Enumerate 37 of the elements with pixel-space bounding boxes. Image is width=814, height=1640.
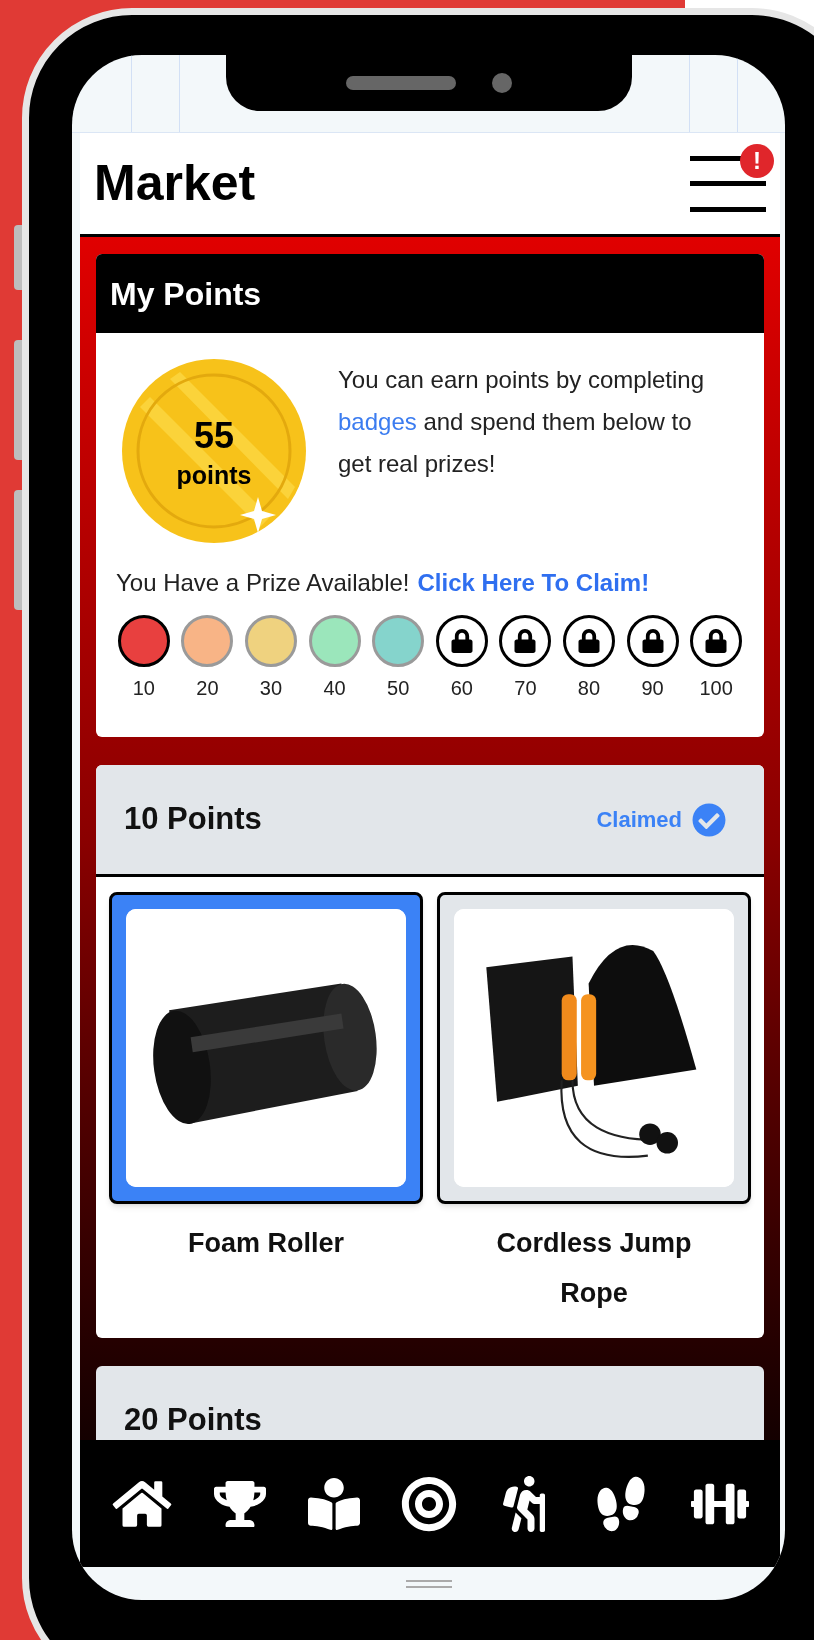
tier-title: 20 Points bbox=[124, 1401, 262, 1440]
claim-link[interactable]: Click Here To Claim! bbox=[417, 565, 650, 601]
points-unit: points bbox=[176, 460, 252, 491]
points-value: 55 bbox=[193, 415, 234, 457]
milestone-label: 40 bbox=[323, 676, 346, 701]
lock-icon bbox=[641, 629, 664, 653]
milestone-label: 50 bbox=[387, 676, 410, 701]
milestone-label: 10 bbox=[132, 676, 155, 701]
prize-notice: You Have a Prize Available! bbox=[116, 568, 410, 598]
lock-icon bbox=[514, 629, 537, 653]
target-icon[interactable] bbox=[400, 1475, 457, 1532]
check-icon bbox=[692, 802, 726, 837]
milestone-label: 90 bbox=[641, 676, 664, 701]
badges-link[interactable]: badges bbox=[338, 408, 417, 435]
milestone-label: 100 bbox=[699, 676, 733, 701]
prize-name: Foam Roller bbox=[187, 1227, 345, 1260]
points-description: You can earn points by completing badges and spend them below to get real prizes! bbox=[338, 365, 706, 479]
card-title: My Points bbox=[110, 274, 262, 314]
camera-icon bbox=[492, 73, 512, 93]
status-label: Claimed bbox=[596, 806, 682, 834]
lock-icon bbox=[705, 629, 728, 653]
milestone-label: 30 bbox=[259, 676, 283, 701]
milestone-label: 70 bbox=[514, 676, 537, 701]
tier-title: 10 Points bbox=[124, 800, 262, 839]
home-indicator bbox=[405, 1579, 452, 1588]
milestone-label: 20 bbox=[196, 676, 219, 701]
prize-card[interactable] bbox=[437, 892, 751, 1204]
milestone-label: 80 bbox=[577, 676, 601, 701]
speaker-icon bbox=[346, 76, 456, 90]
milestone-label: 60 bbox=[450, 676, 473, 701]
alert-badge: ! bbox=[740, 143, 774, 178]
page-title: Market bbox=[94, 154, 256, 213]
lock-icon bbox=[578, 629, 600, 653]
lock-icon bbox=[450, 629, 473, 653]
reader-icon[interactable] bbox=[307, 1477, 360, 1530]
prize-name: Cordless Jump Rope bbox=[495, 1227, 693, 1310]
prize-card[interactable] bbox=[109, 892, 423, 1204]
